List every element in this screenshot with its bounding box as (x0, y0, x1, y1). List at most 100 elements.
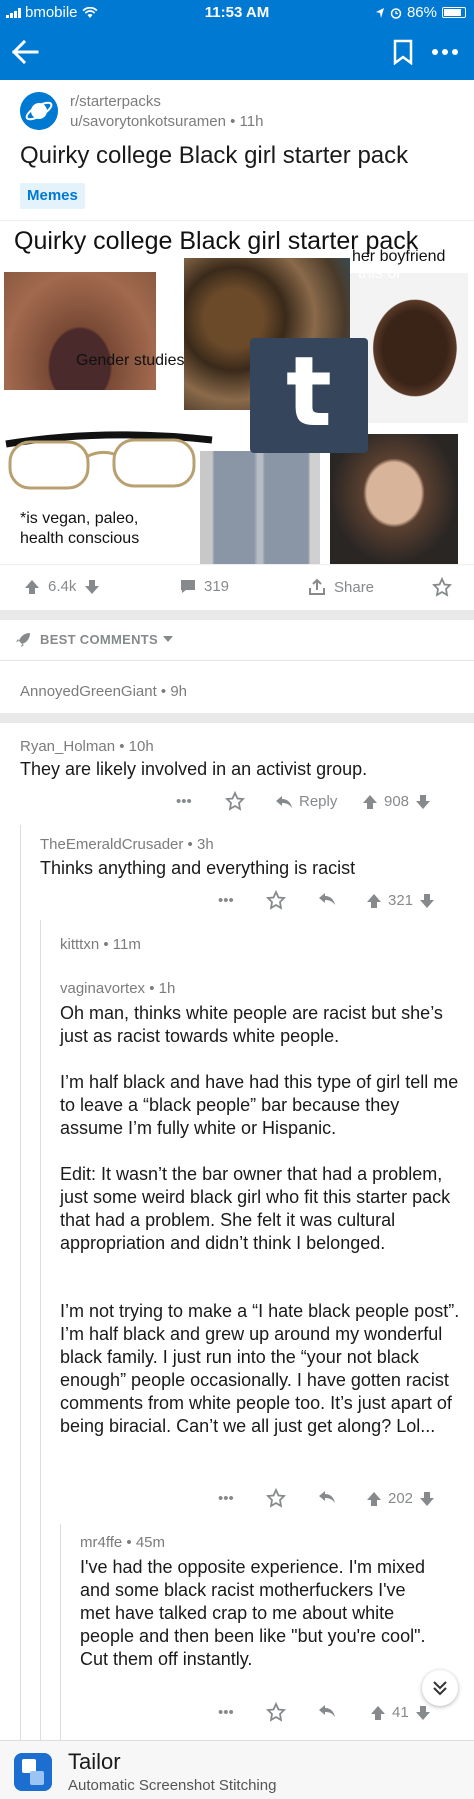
reply-icon[interactable] (318, 1704, 336, 1718)
award-icon[interactable] (266, 890, 286, 910)
tumblr-logo: t (250, 338, 368, 453)
rocket-icon (16, 633, 30, 647)
caption-vegan-line2: health conscious (20, 530, 140, 547)
caption-vegan-line1: *is vegan, paleo, (20, 510, 139, 527)
status-right: 86% (375, 4, 466, 21)
award-icon[interactable] (225, 791, 245, 811)
tailor-logo-icon (14, 1753, 52, 1791)
section-divider (0, 610, 474, 620)
upvote-icon[interactable] (366, 893, 382, 909)
downvote-icon[interactable] (415, 1705, 431, 1721)
comment-vote-group: 41 (370, 1704, 431, 1721)
comment-author[interactable]: kitttxn • 11m (60, 936, 141, 953)
comment-actions: ••• 321 (0, 890, 474, 914)
reply-button[interactable]: Reply (275, 793, 337, 810)
image-lips-piercing (4, 272, 156, 390)
battery-percent: 86% (406, 4, 437, 21)
battery-icon (442, 7, 466, 18)
caption-this-or: this or (358, 265, 402, 282)
comment-sort-bar[interactable]: BEST COMMENTS (0, 620, 474, 660)
thread-line[interactable] (20, 825, 21, 1740)
subreddit-icon[interactable] (20, 92, 58, 130)
comment-author[interactable]: AnnoyedGreenGiant • 9h (20, 683, 187, 700)
comment-actions: ••• 202 (0, 1488, 474, 1512)
downvote-icon[interactable] (419, 893, 435, 909)
post-flair[interactable]: Memes (20, 183, 85, 209)
more-icon[interactable]: ••• (218, 1704, 234, 1721)
downvote-icon[interactable] (419, 1491, 435, 1507)
caption-boyfriend: her boyfriend (352, 248, 446, 265)
bookmark-icon[interactable] (392, 39, 414, 65)
reply-icon[interactable] (318, 892, 336, 906)
post-header: r/starterpacks u/savorytonkotsuramen • 1… (20, 88, 460, 134)
comment-score: 321 (388, 892, 414, 909)
comments-count: 319 (204, 578, 230, 595)
comment-author[interactable]: Ryan_Holman • 10h (20, 738, 154, 755)
share-button[interactable]: Share (308, 578, 374, 596)
thread-line[interactable] (40, 920, 41, 1740)
alarm-icon (390, 7, 402, 19)
back-arrow-icon[interactable] (10, 38, 40, 66)
subreddit-name[interactable]: r/starterpacks (70, 93, 161, 110)
reply-icon[interactable] (318, 1490, 336, 1504)
post-vote-group: 6.4k (24, 578, 100, 595)
app-bar (0, 24, 474, 80)
footer-tagline: Automatic Screenshot Stitching (68, 1777, 277, 1794)
comment-paragraph: Oh man, thinks white people are racist b… (60, 1003, 443, 1046)
chevron-down-icon (163, 636, 173, 642)
reply-icon (276, 795, 292, 808)
post-title: Quirky college Black girl starter pack (20, 142, 409, 169)
comment-body: They are likely involved in an activist … (20, 759, 368, 779)
comment-paragraph: I’m not trying to make a “I hate black p… (60, 1301, 460, 1436)
status-bar: bmobile 11:53 AM 86% (0, 0, 474, 24)
double-chevron-down-icon (433, 1681, 447, 1696)
comment-author[interactable]: vaginavortex • 1h (60, 980, 175, 997)
tailor-footer: Tailor Automatic Screenshot Stitching (0, 1740, 474, 1799)
comment-vote-group: 321 (366, 892, 435, 909)
post-author-line[interactable]: u/savorytonkotsuramen • 11h (70, 113, 263, 130)
image-jeans (200, 451, 320, 564)
more-icon[interactable]: ••• (218, 892, 234, 909)
more-options-icon[interactable] (430, 42, 460, 62)
comment-author[interactable]: TheEmeraldCrusader • 3h (40, 836, 214, 853)
reply-label: Reply (299, 793, 338, 810)
more-icon[interactable]: ••• (218, 1490, 234, 1507)
downvote-icon[interactable] (84, 579, 100, 595)
upvote-icon[interactable] (370, 1705, 386, 1721)
sort-label: BEST COMMENTS (40, 632, 159, 647)
comment-icon (181, 580, 195, 593)
share-label: Share (334, 578, 375, 596)
location-icon (375, 7, 384, 18)
comment-vote-group: 202 (366, 1490, 435, 1507)
comments-button[interactable]: 319 (180, 578, 229, 595)
image-glasses (5, 431, 213, 490)
upvote-icon[interactable] (24, 579, 40, 595)
comment-author[interactable]: mr4ffe • 45m (80, 1534, 165, 1551)
upvote-icon[interactable] (362, 794, 378, 810)
tumblr-letter: t (286, 338, 332, 448)
footer-app-name: Tailor (68, 1749, 121, 1774)
award-icon[interactable] (432, 577, 452, 597)
upvote-icon[interactable] (366, 1491, 382, 1507)
sort-divider (0, 660, 474, 661)
share-icon (309, 578, 325, 595)
next-comment-button[interactable] (422, 1670, 458, 1706)
comment-actions: ••• 41 (0, 1702, 474, 1726)
more-icon[interactable]: ••• (176, 793, 192, 810)
comment-body: Thinks anything and everything is racist (40, 858, 356, 878)
comment-score: 908 (384, 793, 410, 810)
comment-vote-group: 908 (362, 793, 431, 810)
comment-paragraph: I’m half black and have had this type of… (60, 1072, 459, 1138)
comment-actions: ••• Reply 908 (0, 791, 474, 815)
comment-score: 202 (388, 1490, 414, 1507)
award-icon[interactable] (266, 1702, 286, 1722)
award-icon[interactable] (266, 1488, 286, 1508)
comment-divider (0, 713, 474, 723)
post-actions: 6.4k 319 Share (0, 565, 474, 610)
comment-body: I've had the opposite experience. I'm mi… (80, 1557, 426, 1669)
post-score: 6.4k (48, 578, 77, 595)
image-boyfriend-2 (330, 434, 458, 564)
post-image[interactable]: Quirky college Black girl starter pack h… (0, 220, 474, 565)
downvote-icon[interactable] (415, 794, 431, 810)
comment-paragraph: Edit: It wasn’t the bar owner that had a… (60, 1164, 451, 1253)
